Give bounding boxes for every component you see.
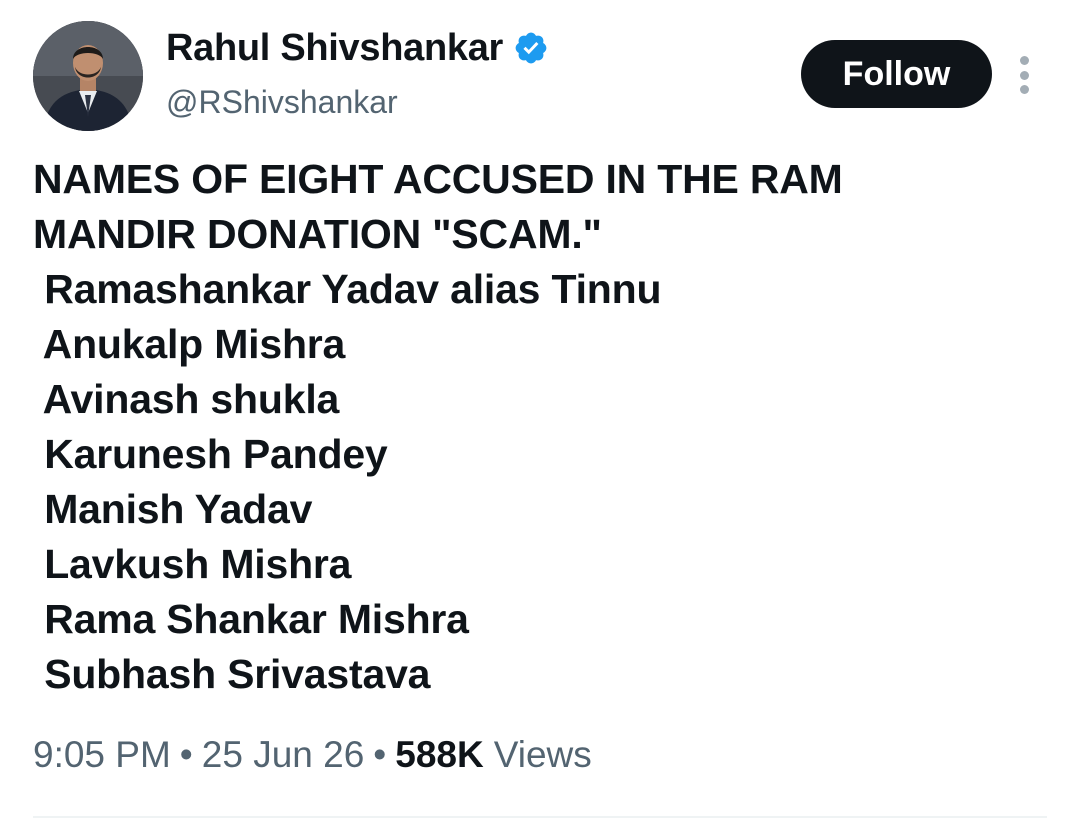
accused-name: Ramashankar Yadav alias Tinnu	[33, 266, 662, 312]
tweet-headline-line: MANDIR DONATION "SCAM."	[33, 211, 602, 257]
avatar-image	[33, 21, 143, 131]
meta-separator: •	[179, 734, 193, 775]
author-name-row: Rahul Shivshankar	[166, 25, 549, 71]
meta-separator: •	[373, 734, 387, 775]
tweet-date[interactable]: 25 Jun 26	[202, 734, 365, 776]
accused-name: Avinash shukla	[33, 376, 340, 422]
accused-name: Manish Yadav	[33, 486, 313, 532]
accused-name: Rama Shankar Mishra	[33, 596, 469, 642]
avatar[interactable]	[33, 21, 143, 131]
more-dot	[1019, 56, 1029, 65]
author-display-name[interactable]: Rahul Shivshankar	[166, 27, 503, 70]
accused-name: Karunesh Pandey	[33, 431, 388, 477]
tweet-meta: 9:05 PM • 25 Jun 26 • 588K Views	[33, 734, 592, 776]
author-handle[interactable]: @RShivshankar	[166, 84, 398, 121]
more-dot	[1019, 85, 1029, 94]
tweet-time[interactable]: 9:05 PM	[33, 734, 171, 776]
tweet-text: NAMES OF EIGHT ACCUSED IN THE RAM MANDIR…	[33, 152, 1043, 702]
views-label[interactable]: Views	[494, 734, 592, 776]
divider	[33, 816, 1047, 818]
views-count[interactable]: 588K	[395, 734, 483, 776]
more-options-icon[interactable]	[1006, 54, 1042, 96]
accused-name: Anukalp Mishra	[33, 321, 346, 367]
follow-button[interactable]: Follow	[801, 40, 992, 108]
more-dot	[1019, 70, 1029, 80]
verified-badge-icon	[515, 32, 547, 64]
tweet-headline-line: NAMES OF EIGHT ACCUSED IN THE RAM	[33, 156, 843, 202]
accused-name: Subhash Srivastava	[33, 651, 431, 697]
accused-names-list: Ramashankar Yadav alias Tinnu Anukalp Mi…	[33, 262, 1043, 702]
accused-name: Lavkush Mishra	[33, 541, 352, 587]
